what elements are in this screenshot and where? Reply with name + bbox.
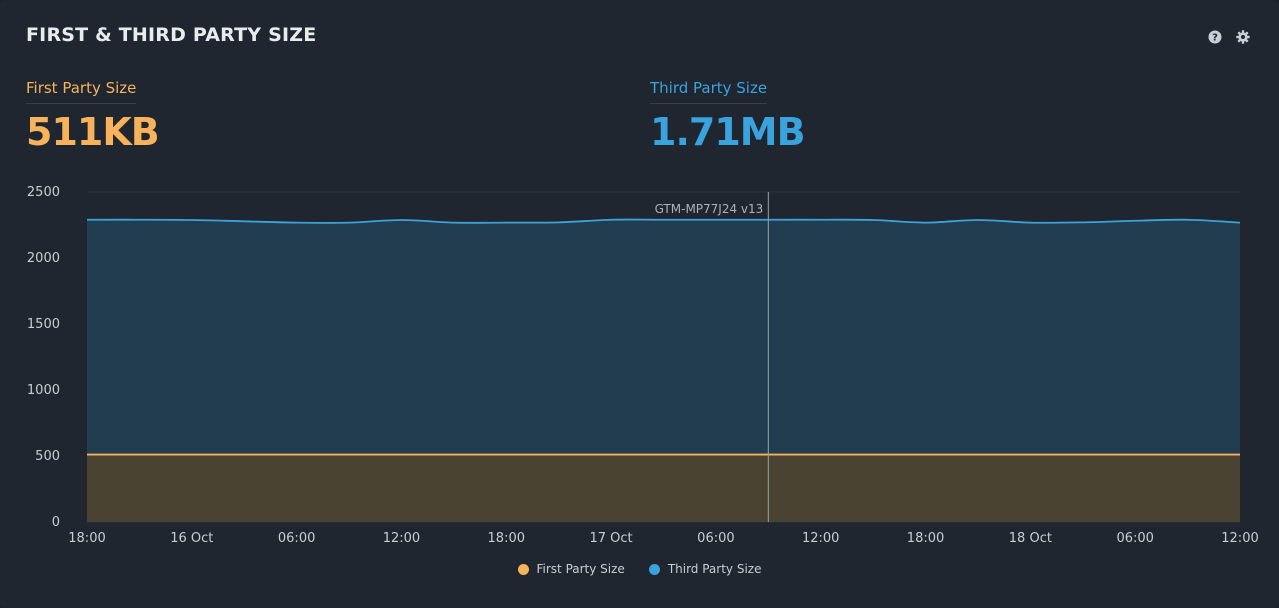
annotation-label: GTM-MP77J24 v13 [655, 202, 764, 216]
legend-first-party-dot [517, 563, 529, 575]
x-tick-label: 06:00 [278, 531, 315, 546]
legend-third-party-label: Third Party Size [667, 562, 762, 576]
legend-third-party[interactable]: Third Party Size [648, 562, 762, 576]
y-tick-label: 0 [52, 515, 60, 530]
x-tick-label: 16 Oct [170, 531, 213, 546]
x-tick-label: 12:00 [1221, 531, 1258, 546]
first-party-area [87, 454, 1240, 522]
x-tick-label: 06:00 [1116, 531, 1153, 546]
x-tick-label: 12:00 [802, 531, 839, 546]
y-tick-label: 2500 [27, 185, 60, 200]
x-tick-label: 18:00 [488, 531, 525, 546]
x-tick-label: 12:00 [383, 531, 420, 546]
y-tick-label: 1000 [27, 383, 60, 398]
legend-first-party-label: First Party Size [536, 562, 625, 576]
legend-first-party[interactable]: First Party Size [517, 562, 625, 576]
y-tick-label: 500 [35, 449, 60, 464]
x-tick-label: 17 Oct [590, 531, 633, 546]
legend-third-party-dot [648, 563, 660, 575]
x-tick-label: 06:00 [697, 531, 734, 546]
area-chart: GTM-MP77J24 v13 0 500 1000 1500 2000 2500 18:… [27, 185, 1259, 546]
x-tick-label: 18:00 [907, 531, 944, 546]
x-tick-label: 18:00 [68, 531, 105, 546]
y-tick-label: 1500 [27, 317, 60, 332]
chart-legend: First Party Size Third Party Size [0, 562, 1279, 576]
y-tick-label: 2000 [27, 251, 60, 266]
x-tick-label: 18 Oct [1009, 531, 1052, 546]
chart-panel: FIRST & THIRD PARTY SIZE ? First Party S… [0, 0, 1279, 608]
